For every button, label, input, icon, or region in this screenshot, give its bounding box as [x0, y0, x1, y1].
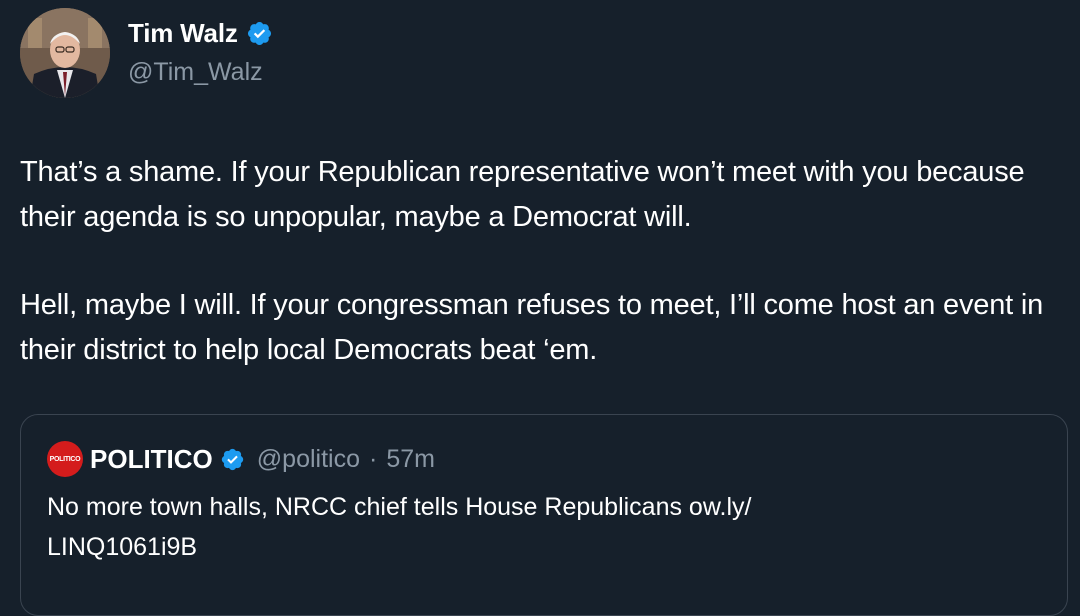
author-display-name[interactable]: Tim Walz: [128, 18, 238, 49]
quoted-text-line: LINQ1061i9B: [47, 533, 198, 561]
tweet-card: Tim Walz @Tim_Walz That’s a shame. If yo…: [0, 0, 1080, 616]
quoted-tweet-text: No more town halls, NRCC chief tells Hou…: [47, 487, 907, 567]
separator-dot: ·: [368, 444, 378, 473]
quoted-timestamp[interactable]: 57m: [386, 445, 435, 474]
author-name-row: Tim Walz: [128, 18, 273, 49]
author-avatar[interactable]: [20, 8, 110, 98]
verified-badge-icon: [220, 447, 245, 472]
profile-photo: [20, 8, 110, 98]
tweet-paragraph: Hell, maybe I will. If your congressman …: [20, 289, 1044, 366]
tweet-paragraph: That’s a shame. If your Republican repre…: [20, 156, 1025, 233]
politico-avatar[interactable]: POLITICO: [47, 441, 83, 477]
quoted-tweet[interactable]: POLITICO POLITICO @politico · 57m No mor…: [20, 414, 1068, 616]
tweet-body: That’s a shame. If your Republican repre…: [20, 150, 1065, 373]
quoted-tweet-header: POLITICO POLITICO @politico · 57m: [47, 441, 435, 477]
quoted-text-line: No more town halls, NRCC chief tells Hou…: [47, 493, 752, 521]
author-handle[interactable]: @Tim_Walz: [128, 58, 263, 87]
verified-badge-icon: [246, 20, 273, 47]
quoted-handle[interactable]: @politico: [257, 445, 360, 474]
quoted-display-name[interactable]: POLITICO: [90, 444, 213, 475]
